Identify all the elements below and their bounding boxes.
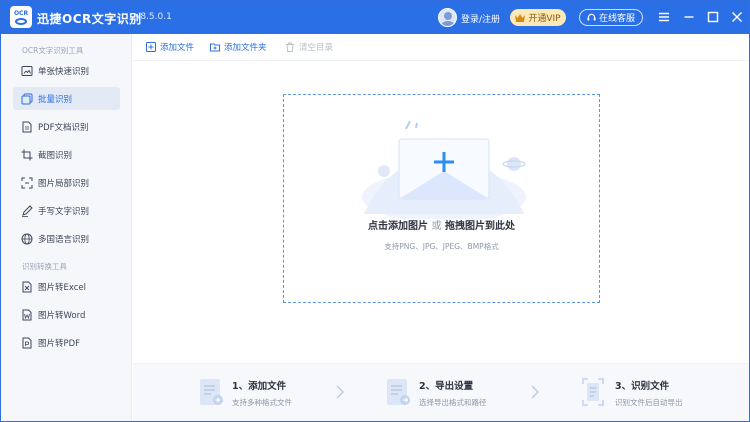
batch-icon	[21, 93, 33, 104]
clear-list-button[interactable]: 清空目录	[285, 41, 333, 53]
sidebar-item-image-to-excel[interactable]: 图片转Excel	[13, 275, 120, 298]
partial-select-icon	[21, 177, 33, 188]
sidebar-item-label: 单张快速识别	[38, 66, 90, 77]
sidebar-item-label: 图片转Excel	[38, 282, 87, 293]
sidebar-item-label: 多国语言识别	[38, 234, 90, 245]
step-recognize-file: 3、识别文件 识别文件后自动导出	[582, 378, 683, 408]
close-icon[interactable]	[730, 10, 744, 24]
sidebar-item-handwriting-recognition[interactable]: 手写文字识别	[13, 199, 120, 222]
step-title: 2、导出设置	[419, 381, 474, 392]
app-logo: OCR	[10, 6, 32, 28]
drag-here-text: 拖拽图片到此处	[444, 221, 515, 232]
app-version: v8.5.0.1	[135, 12, 172, 22]
eye-icon	[15, 17, 27, 25]
add-file-step-icon	[200, 379, 223, 405]
open-vip-button[interactable]: 开通VIP	[510, 9, 566, 26]
sidebar-item-image-to-pdf[interactable]: 图片转PDF	[13, 331, 120, 354]
export-settings-step-icon	[387, 379, 410, 405]
vip-label: 开通VIP	[528, 14, 561, 24]
pdf-document-icon	[22, 121, 32, 132]
excel-icon	[22, 281, 32, 292]
sidebar-item-label: 手写文字识别	[38, 206, 90, 217]
file-drop-zone[interactable]: 点击添加图片 或 拖拽图片到此处 支持PNG、JPG、JPEG、BMP格式	[283, 94, 600, 303]
section-title-conversion-tools: 识别转换工具	[22, 262, 67, 271]
sidebar-item-label: 图片转PDF	[38, 338, 81, 349]
login-register-link[interactable]: 登录/注册	[461, 12, 500, 25]
app-title: 迅捷OCR文字识别	[37, 12, 142, 26]
or-text: 或	[431, 221, 442, 232]
recognize-step-icon	[582, 378, 604, 406]
chevron-right-icon	[531, 385, 539, 399]
sidebar-item-label: 批量识别	[38, 94, 73, 105]
word-icon	[22, 309, 32, 320]
clear-list-label: 清空目录	[299, 43, 334, 53]
steps-bar: 1、添加文件 支持多种格式文件 2、导出设置 选择导出格式和路径 3、识别文件 …	[133, 363, 749, 421]
add-file-icon	[146, 42, 156, 52]
globe-icon	[21, 233, 33, 244]
sidebar-item-label: 图片局部识别	[38, 178, 90, 189]
single-image-icon	[21, 65, 33, 76]
sidebar-item-screenshot-recognition[interactable]: 截图识别	[13, 143, 120, 166]
menu-icon[interactable]	[657, 10, 671, 24]
drop-zone-title: 点击添加图片 或 拖拽图片到此处	[284, 217, 599, 232]
step-export-settings: 2、导出设置 选择导出格式和路径	[386, 378, 487, 408]
title-bar: OCR 迅捷OCR文字识别 v8.5.0.1 登录/注册 开通VIP 在线客服	[1, 1, 749, 34]
headset-icon	[587, 13, 596, 21]
sidebar-item-label: 图片转Word	[38, 310, 86, 321]
step-title: 3、识别文件	[615, 381, 670, 392]
supported-formats-text: 支持PNG、JPG、JPEG、BMP格式	[384, 242, 499, 251]
step-subtitle: 支持多种格式文件	[232, 398, 292, 407]
sidebar-item-image-to-word[interactable]: 图片转Word	[13, 303, 120, 326]
step-title: 1、添加文件	[232, 381, 287, 392]
chevron-right-icon	[336, 385, 344, 399]
toolbar: 添加文件 添加文件夹 清空目录	[133, 34, 749, 61]
add-file-label: 添加文件	[160, 43, 195, 53]
pdf-icon	[22, 337, 32, 348]
handwriting-icon	[22, 204, 33, 217]
sidebar-item-single-recognition[interactable]: 单张快速识别	[13, 59, 120, 82]
service-label: 在线客服	[598, 14, 635, 24]
crown-icon	[515, 13, 526, 22]
sidebar-item-multilanguage-recognition[interactable]: 多国语言识别	[13, 227, 120, 250]
click-add-text: 点击添加图片	[368, 221, 429, 232]
step-subtitle: 识别文件后自动导出	[615, 398, 683, 407]
sidebar-item-partial-recognition[interactable]: 图片局部识别	[13, 171, 120, 194]
sidebar-item-label: PDF文档识别	[38, 122, 89, 133]
add-folder-icon	[210, 43, 220, 52]
add-folder-label: 添加文件夹	[224, 43, 267, 53]
add-file-button[interactable]: 添加文件	[146, 41, 194, 53]
maximize-icon[interactable]	[706, 10, 720, 24]
upload-illustration	[362, 120, 526, 219]
logo-text: OCR	[13, 9, 29, 17]
step-subtitle: 选择导出格式和路径	[419, 398, 487, 407]
app-window: OCR 迅捷OCR文字识别 v8.5.0.1 登录/注册 开通VIP 在线客服	[0, 0, 750, 422]
online-service-button[interactable]: 在线客服	[579, 9, 643, 26]
trash-icon	[286, 42, 294, 52]
sidebar-item-batch-recognition[interactable]: 批量识别	[13, 87, 120, 110]
sidebar: OCR文字识别工具 单张快速识别 批量识别 PDF文档识别 截图识别 图片局部识…	[1, 34, 132, 421]
crop-icon	[21, 149, 33, 160]
add-folder-button[interactable]: 添加文件夹	[210, 41, 267, 53]
section-title-ocr-tools: OCR文字识别工具	[22, 46, 84, 55]
minimize-icon[interactable]	[682, 10, 696, 24]
step-add-file: 1、添加文件 支持多种格式文件	[199, 378, 292, 408]
user-avatar[interactable]	[438, 8, 457, 27]
sidebar-item-pdf-recognition[interactable]: PDF文档识别	[13, 115, 120, 138]
sidebar-item-label: 截图识别	[38, 150, 73, 161]
